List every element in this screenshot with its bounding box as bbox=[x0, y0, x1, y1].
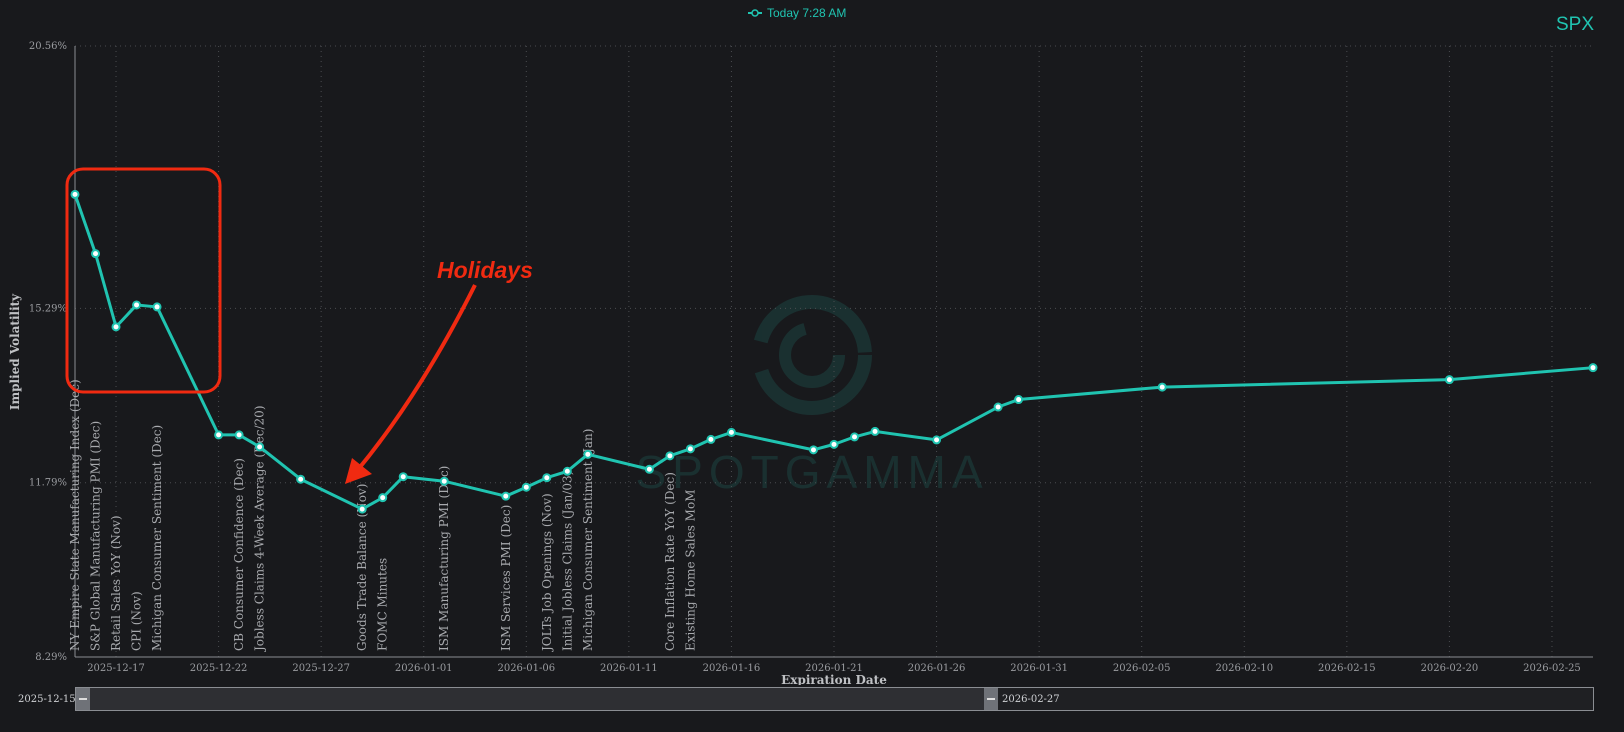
legend-line-icon bbox=[748, 9, 762, 17]
x-tick-label: 2026-01-26 bbox=[908, 663, 966, 674]
event-label: Michigan Consumer Sentiment (Jan) bbox=[581, 429, 595, 651]
x-tick-label: 2026-01-16 bbox=[703, 663, 761, 674]
x-tick-label: 2026-01-06 bbox=[497, 663, 555, 674]
data-point bbox=[726, 427, 736, 437]
x-tick-label: 2025-12-22 bbox=[190, 663, 248, 674]
event-label: ISM Services PMI (Dec) bbox=[499, 505, 513, 651]
data-point bbox=[398, 472, 408, 482]
x-tick-label: 2026-02-05 bbox=[1113, 663, 1171, 674]
data-point bbox=[296, 474, 306, 484]
x-tick-label: 2026-02-15 bbox=[1318, 663, 1376, 674]
x-tick-label: 2025-12-27 bbox=[292, 663, 350, 674]
data-point bbox=[70, 189, 80, 199]
data-point bbox=[152, 302, 162, 312]
event-label: Michigan Consumer Sentiment (Dec) bbox=[150, 425, 164, 651]
ticker-label: SPX bbox=[1555, 14, 1594, 35]
watermark-ring-outer bbox=[752, 295, 872, 415]
data-point bbox=[501, 491, 511, 501]
slider-selection[interactable] bbox=[76, 688, 993, 710]
event-label: FOMC Minutes bbox=[376, 558, 390, 651]
data-point bbox=[214, 430, 224, 440]
x-axis-title: Expiration Date bbox=[781, 673, 887, 685]
y-axis-title: Implied Volatility bbox=[8, 293, 22, 410]
data-point bbox=[993, 402, 1003, 412]
legend-label: Today 7:28 AM bbox=[767, 6, 847, 20]
event-label: S&P Global Manufacturing PMI (Dec) bbox=[89, 421, 103, 651]
y-tick-label: 20.56% bbox=[29, 41, 67, 52]
holidays-arrow-shaft bbox=[354, 284, 477, 474]
data-point bbox=[111, 322, 121, 332]
data-point bbox=[583, 449, 593, 459]
iv-term-structure-chart: SPOTGAMMA 2025-12-17 2025-12-22 2025-12-27 2… bbox=[8, 41, 1598, 685]
data-point bbox=[850, 432, 860, 442]
y-tick-label: 15.29% bbox=[29, 303, 67, 314]
data-point bbox=[562, 466, 572, 476]
x-tick-label: 2026-01-11 bbox=[600, 663, 658, 674]
x-tick-label: 2026-01-01 bbox=[395, 663, 453, 674]
watermark-logo: SPOTGAMMA bbox=[635, 295, 983, 498]
highlight-box bbox=[65, 167, 222, 394]
watermark-ring-inner bbox=[779, 322, 845, 388]
data-point bbox=[234, 430, 244, 440]
data-point bbox=[685, 444, 695, 454]
event-label: ISM Manufacturing PMI (Dec) bbox=[437, 466, 451, 651]
x-tick-label: 2026-02-10 bbox=[1215, 663, 1273, 674]
data-point bbox=[132, 300, 142, 310]
event-label: Retail Sales YoY (Nov) bbox=[109, 515, 123, 651]
event-label: Initial Jobless Claims (Jan/03) bbox=[560, 471, 574, 651]
data-point bbox=[644, 464, 654, 474]
event-label: NY Empire State Manufacturing Index (Dec… bbox=[68, 379, 82, 651]
range-start-label: 2025-12-15 bbox=[18, 694, 76, 705]
data-point bbox=[91, 249, 101, 259]
slider-right-handle[interactable] bbox=[984, 688, 998, 710]
data-point bbox=[542, 473, 552, 483]
event-label: CB Consumer Confidence (Dec) bbox=[232, 458, 246, 651]
y-tick-label: 11.79% bbox=[29, 478, 67, 489]
data-point bbox=[829, 439, 839, 449]
event-label: CPI (Nov) bbox=[130, 591, 144, 651]
data-point bbox=[665, 451, 675, 461]
x-tick-label: 2025-12-17 bbox=[87, 663, 145, 674]
slider-left-handle[interactable] bbox=[76, 688, 90, 710]
data-point bbox=[808, 445, 818, 455]
legend[interactable]: Today 7:28 AM bbox=[748, 6, 846, 20]
data-point bbox=[1157, 382, 1167, 392]
event-label: JOLTs Job Openings (Nov) bbox=[540, 493, 554, 653]
data-point bbox=[1444, 375, 1454, 385]
date-range-slider[interactable] bbox=[75, 687, 1594, 711]
x-tick-label: 2026-01-31 bbox=[1010, 663, 1068, 674]
holidays-arrow-head bbox=[345, 458, 372, 484]
event-label: Existing Home Sales MoM bbox=[683, 490, 697, 651]
data-point bbox=[255, 442, 265, 452]
data-point bbox=[439, 476, 449, 486]
data-point bbox=[932, 435, 942, 445]
data-point bbox=[357, 504, 367, 514]
holidays-annotation: Holidays bbox=[437, 257, 533, 283]
event-label: Core Inflation Rate YoY (Dec) bbox=[663, 472, 677, 651]
data-point bbox=[1588, 363, 1598, 373]
range-end-label: 2026-02-27 bbox=[1002, 694, 1060, 705]
y-tick-label: 8.29% bbox=[35, 652, 67, 663]
data-point bbox=[1014, 395, 1024, 405]
data-point bbox=[870, 426, 880, 436]
data-point bbox=[706, 434, 716, 444]
data-point bbox=[521, 482, 531, 492]
x-tick-label: 2026-02-20 bbox=[1421, 663, 1479, 674]
data-point bbox=[378, 493, 388, 503]
x-tick-label: 2026-02-25 bbox=[1523, 663, 1581, 674]
